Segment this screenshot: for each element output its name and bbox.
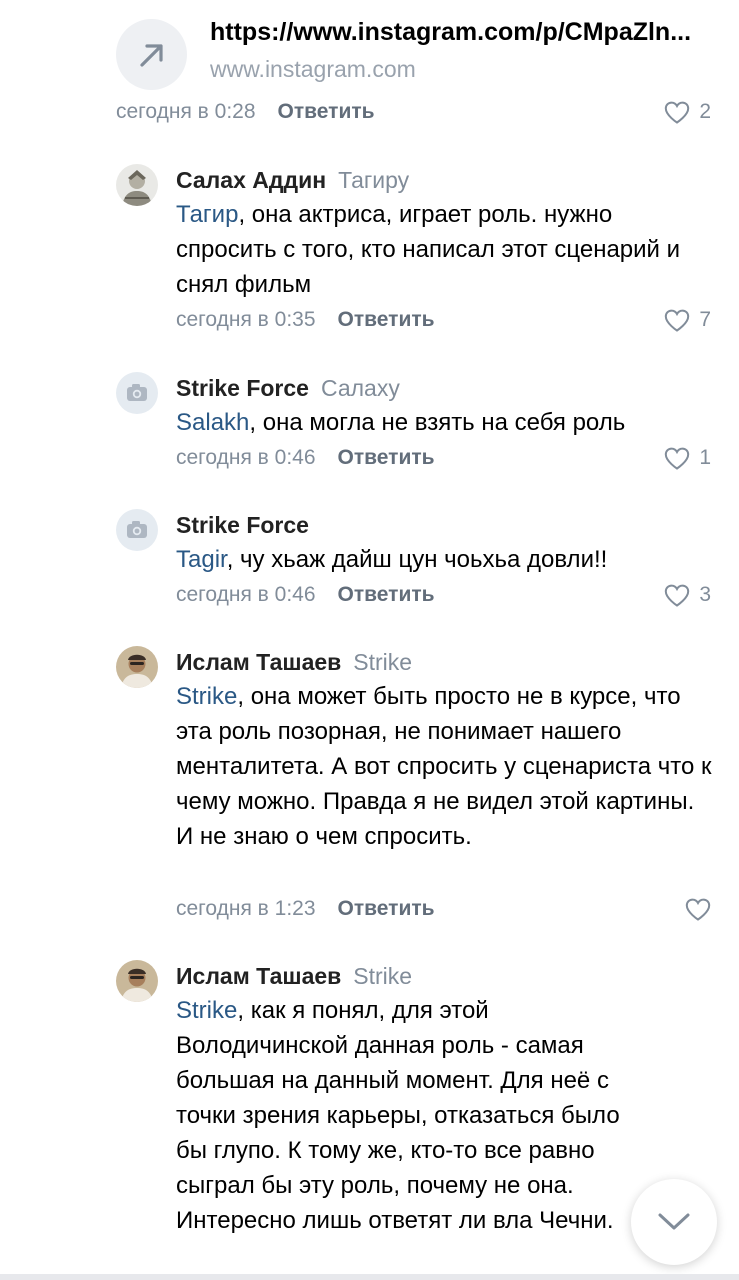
reply-button[interactable]: Ответить [338, 583, 435, 606]
comment-meta: сегодня в 0:46 Ответить [176, 445, 435, 471]
comment-meta: сегодня в 1:23 Ответить [176, 896, 435, 922]
camera-icon [127, 384, 147, 401]
mention-link[interactable]: Тагир [176, 201, 238, 228]
comment-body: , как я понял, для этой Володичинской да… [176, 997, 620, 1234]
heart-icon [665, 101, 690, 124]
comment-text: Salakh, она могла не взять на себя роль [176, 405, 716, 440]
author-line: Ислам Ташаев Strike [176, 648, 412, 676]
author-name[interactable]: Strike Force [176, 375, 309, 401]
avatar-image [116, 164, 158, 206]
like-button[interactable] [685, 896, 711, 922]
reply-button[interactable]: Ответить [338, 897, 435, 920]
like-button[interactable]: 7 [664, 307, 711, 333]
reply-button[interactable]: Ответить [338, 308, 435, 331]
reply-to[interactable]: Strike [353, 649, 412, 675]
like-button[interactable]: 3 [664, 582, 711, 608]
heart-icon [665, 309, 690, 332]
bottom-bar [0, 1274, 739, 1280]
chevron-down-icon [658, 1213, 690, 1230]
like-count: 1 [699, 446, 711, 469]
comment-time: сегодня в 0:46 [176, 446, 316, 469]
reply-to[interactable]: Strike [353, 963, 412, 989]
comment-text: Strike, она может быть просто не в курсе… [176, 679, 716, 854]
comment-body: , она может быть просто не в курсе, что … [176, 683, 712, 850]
author-name[interactable]: Ислам Ташаев [176, 649, 341, 675]
link-domain: www.instagram.com [210, 56, 416, 82]
heart-icon [685, 898, 711, 921]
post-time: сегодня в 0:28 [116, 100, 256, 123]
mention-link[interactable]: Strike [176, 997, 237, 1024]
post-meta: сегодня в 0:28 Ответить [116, 99, 375, 125]
reply-to[interactable]: Тагиру [338, 167, 409, 193]
comment-body: , она актриса, играет роль. нужно спроси… [176, 201, 681, 298]
author-name[interactable]: Салах Аддин [176, 167, 326, 193]
comment-body: , чу хьаж дайш цун чоьхьа довли!! [226, 546, 608, 573]
comment-time: сегодня в 0:35 [176, 308, 316, 331]
author-line: Ислам Ташаев Strike [176, 962, 412, 990]
reply-to[interactable]: Салаху [321, 375, 400, 401]
like-button[interactable]: 2 [664, 99, 711, 125]
avatar[interactable] [116, 372, 158, 414]
avatar-image [116, 646, 158, 688]
avatar[interactable] [116, 646, 158, 688]
heart-icon [665, 447, 690, 470]
comment-meta: сегодня в 0:35 Ответить [176, 307, 435, 333]
author-line: Салах Аддин Тагиру [176, 166, 409, 194]
scroll-down-button[interactable] [631, 1179, 717, 1265]
author-name[interactable]: Strike Force [176, 512, 309, 538]
heart-icon [665, 584, 690, 607]
arrow-up-right-icon [140, 44, 163, 67]
mention-link[interactable]: Strike [176, 683, 237, 710]
mention-link[interactable]: Tagir [176, 546, 227, 573]
link-title[interactable]: https://www.instagram.com/p/CMpaZln... [210, 18, 710, 47]
avatar[interactable] [116, 960, 158, 1002]
avatar[interactable] [116, 164, 158, 206]
comment-text: Тагир, она актриса, играет роль. нужно с… [176, 197, 716, 302]
like-count: 7 [699, 308, 711, 331]
avatar[interactable] [116, 509, 158, 551]
avatar-image [116, 960, 158, 1002]
like-count: 3 [699, 583, 711, 606]
comment-time: сегодня в 1:23 [176, 897, 316, 920]
link-preview[interactable]: https://www.instagram.com/p/CMpaZln... w… [116, 14, 716, 92]
comment-time: сегодня в 0:46 [176, 583, 316, 606]
comment-text: Tagir, чу хьаж дайш цун чоьхьа довли!! [176, 542, 716, 577]
camera-icon [127, 521, 147, 538]
like-button[interactable]: 1 [664, 445, 711, 471]
mention-link[interactable]: Salakh [176, 409, 249, 436]
comment-meta: сегодня в 0:46 Ответить [176, 582, 435, 608]
comment-body: , она могла не взять на себя роль [249, 409, 626, 436]
author-line: Strike Force Салаху [176, 374, 400, 402]
author-name[interactable]: Ислам Ташаев [176, 963, 341, 989]
like-count: 2 [699, 100, 711, 123]
author-line: Strike Force [176, 511, 309, 539]
comment-text: Strike, как я понял, для этой Володичинс… [176, 993, 646, 1238]
reply-button[interactable]: Ответить [338, 446, 435, 469]
reply-button[interactable]: Ответить [278, 100, 375, 123]
link-icon-circle [116, 19, 187, 90]
comments-screen: https://www.instagram.com/p/CMpaZln... w… [0, 0, 739, 1280]
